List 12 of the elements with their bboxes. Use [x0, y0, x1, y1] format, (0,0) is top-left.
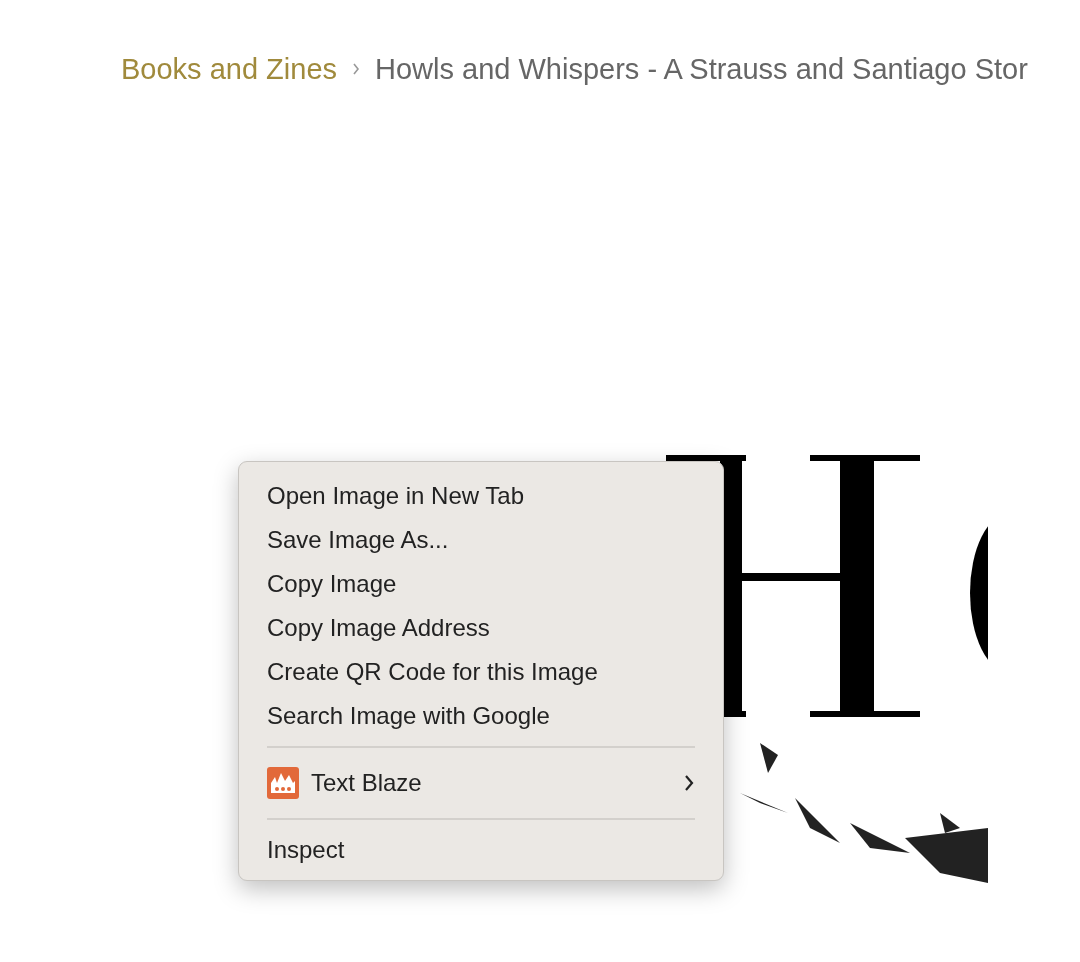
flame-icon [267, 767, 299, 799]
menu-item[interactable]: Inspect [239, 828, 723, 872]
menu-item[interactable]: Copy Image Address [239, 606, 723, 650]
chevron-icon [683, 774, 695, 792]
menu-item[interactable]: Open Image in New Tab [239, 474, 723, 518]
menu-item[interactable]: Save Image As... [239, 518, 723, 562]
menu-item[interactable]: Search Image with Google [239, 694, 723, 738]
chevron-icon [351, 61, 361, 77]
menu-item[interactable]: Copy Image [239, 562, 723, 606]
menu-item[interactable]: Create QR Code for this Image [239, 650, 723, 694]
submenu-item[interactable]: Text Blaze [239, 756, 723, 810]
breadcrumb-current: Howls and Whispers - A Strauss and Santiago Stor [375, 52, 1028, 87]
